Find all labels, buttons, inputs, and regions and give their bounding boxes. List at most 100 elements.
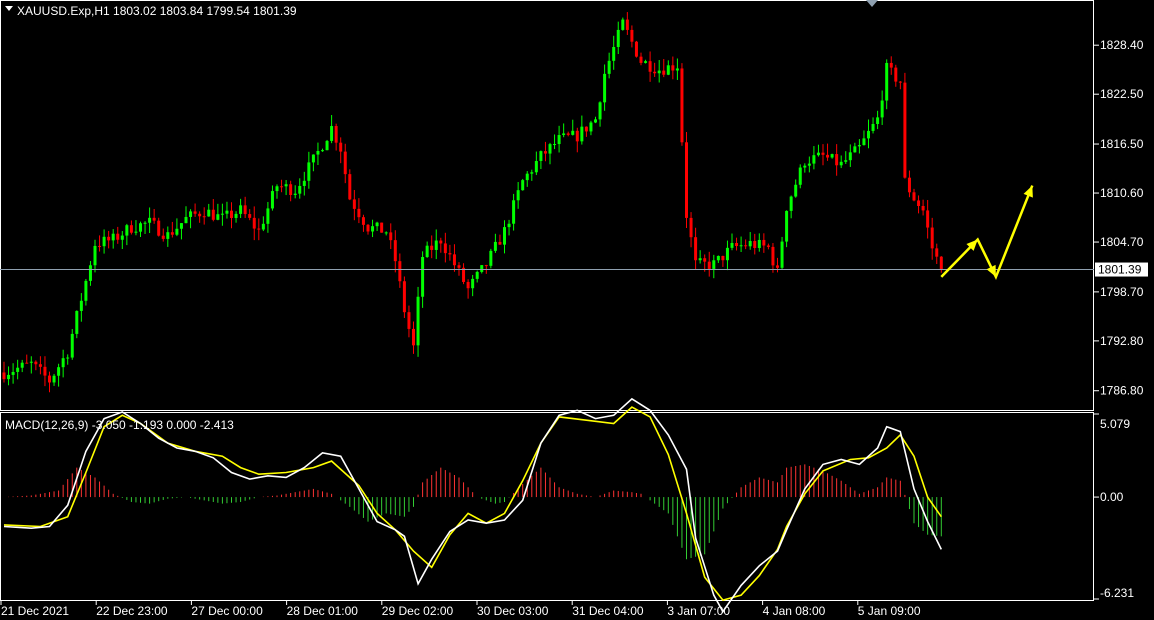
candle-body	[880, 100, 884, 118]
trading-chart[interactable]: 1828.40 1822.50 1816.50 1810.60 1804.70 1798.…	[0, 0, 1154, 620]
candle-body	[857, 145, 861, 147]
candle-body	[343, 151, 347, 175]
candle-body	[876, 117, 880, 124]
candle-body	[161, 235, 165, 239]
candle-body	[211, 209, 215, 220]
candle-body	[366, 224, 370, 232]
candle-body	[88, 265, 92, 281]
candle-body	[198, 213, 202, 217]
candle-body	[671, 65, 675, 71]
candle-body	[311, 154, 315, 163]
candle-body	[580, 126, 584, 142]
candle-body	[862, 138, 866, 146]
candle-body	[685, 142, 688, 218]
candle-body	[20, 362, 24, 368]
candle-body	[871, 123, 875, 131]
candle-body	[443, 243, 447, 254]
candle-body	[66, 357, 70, 359]
candle-body	[93, 245, 97, 266]
candle-body	[29, 361, 33, 363]
candle-body	[466, 281, 470, 289]
candle-body	[393, 240, 397, 262]
candle-body	[516, 190, 520, 201]
price-tick-label: 1822.50	[1100, 87, 1144, 101]
candle-body	[785, 210, 789, 242]
candle-body	[835, 154, 839, 166]
candle-body	[898, 81, 902, 83]
candle-body	[584, 126, 588, 132]
time-tick-label: 31 Dec 04:00	[572, 604, 644, 618]
candle-body	[225, 210, 229, 214]
candle-body	[807, 163, 811, 166]
candle-body	[371, 226, 375, 232]
candle-body	[280, 186, 284, 188]
candle-body	[589, 122, 593, 132]
candle-body	[352, 199, 356, 209]
candle-body	[357, 208, 361, 218]
candle-body	[844, 160, 848, 162]
time-tick-label: 22 Dec 23:00	[96, 604, 168, 618]
candle-body	[243, 205, 247, 215]
candle-body	[703, 258, 707, 262]
candle-body	[548, 144, 552, 154]
candle-body	[616, 29, 620, 48]
candle-body	[753, 241, 757, 249]
candle-body	[321, 150, 324, 152]
candle-body	[298, 185, 302, 194]
candle-body	[757, 239, 761, 249]
candle-body	[553, 144, 557, 146]
candle-body	[594, 119, 597, 123]
candle-body	[521, 180, 525, 191]
price-tick-label: 1792.80	[1100, 334, 1144, 348]
candle-body	[530, 172, 534, 174]
candle-body	[689, 217, 693, 238]
candle-body	[907, 177, 911, 193]
candle-body	[735, 243, 739, 246]
candle-body	[361, 217, 365, 225]
candle-body	[116, 233, 120, 240]
candle-body	[539, 151, 543, 162]
candle-body	[716, 255, 720, 261]
candle-body	[848, 152, 852, 161]
candle-body	[712, 260, 716, 269]
candle-body	[935, 248, 939, 257]
candle-body	[912, 192, 916, 201]
candle-body	[120, 235, 124, 240]
candle-body	[621, 19, 625, 30]
candle-body	[698, 258, 702, 261]
candle-body	[493, 241, 497, 251]
candle-body	[630, 29, 634, 42]
candle-body	[111, 233, 115, 241]
candle-body	[11, 371, 15, 375]
candle-body	[261, 223, 265, 230]
candle-body	[434, 240, 438, 250]
candle-body	[644, 61, 648, 63]
time-tick-label: 27 Dec 00:00	[191, 604, 263, 618]
candle-body	[407, 312, 411, 329]
candle-body	[457, 265, 461, 268]
candle-body	[412, 328, 415, 346]
candle-body	[653, 71, 657, 74]
candle-body	[129, 225, 133, 233]
candle-body	[821, 152, 825, 155]
candle-body	[207, 209, 211, 217]
candle-body	[603, 73, 607, 103]
candle-body	[230, 210, 233, 218]
candle-body	[157, 220, 161, 236]
candle-body	[202, 216, 206, 218]
macd-tick-label: 5.079	[1100, 417, 1130, 431]
candle-body	[84, 280, 88, 301]
candle-body	[284, 184, 288, 187]
candle-body	[921, 205, 925, 211]
candle-body	[680, 68, 684, 143]
candle-body	[930, 227, 934, 249]
candle-body	[375, 222, 379, 227]
candle-body	[170, 232, 174, 235]
candle-body	[38, 364, 42, 367]
candle-body	[598, 102, 602, 120]
candle-body	[889, 62, 893, 68]
candle-body	[894, 67, 898, 82]
candle-body	[339, 142, 343, 152]
candle-body	[484, 265, 488, 267]
time-tick-label: 29 Dec 02:00	[382, 604, 454, 618]
